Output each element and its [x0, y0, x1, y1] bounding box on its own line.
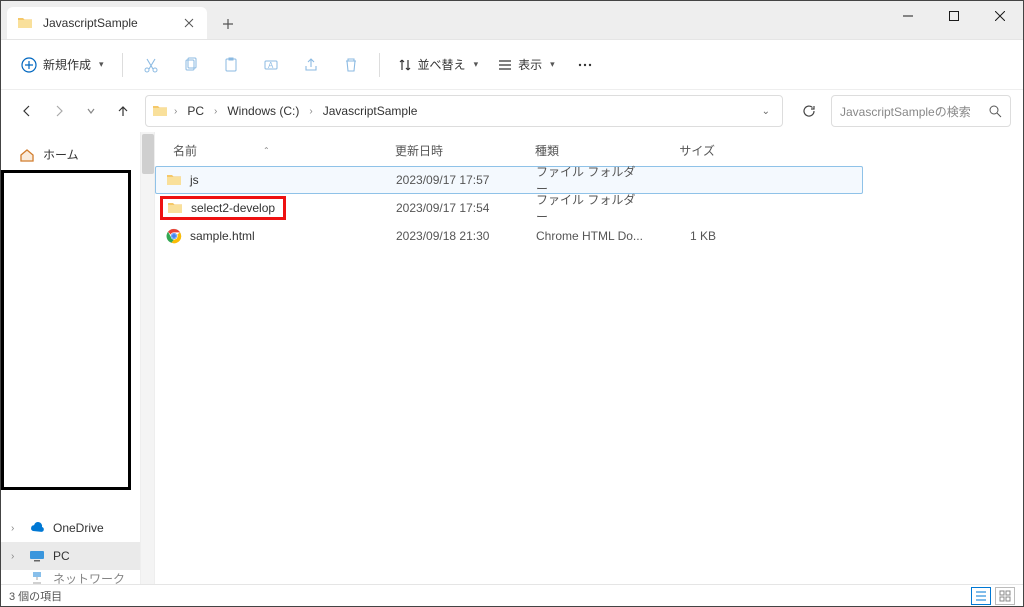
file-row[interactable]: select2-develop 2023/09/17 17:54 ファイル フォ… [155, 194, 863, 222]
status-item-count: 3 個の項目 [9, 588, 62, 604]
refresh-button[interactable] [795, 97, 823, 125]
nav-recent-button[interactable] [77, 97, 105, 125]
nav-back-button[interactable] [13, 97, 41, 125]
close-icon[interactable] [181, 15, 197, 31]
folder-icon [17, 15, 33, 31]
cut-button[interactable] [133, 49, 169, 81]
scrollbar-gutter[interactable] [141, 132, 155, 586]
tab-title: JavascriptSample [43, 16, 171, 30]
view-button[interactable]: 表示 ▾ [490, 49, 563, 81]
chevron-right-icon[interactable]: › [210, 106, 221, 117]
close-window-button[interactable] [977, 1, 1023, 31]
sort-button[interactable]: 並べ替え ▾ [390, 49, 487, 81]
details-view-button[interactable] [971, 587, 991, 605]
sidebar-item-home[interactable]: ホーム [9, 140, 140, 169]
sidebar: ホーム › OneDrive › PC ネットワーク [1, 132, 141, 586]
sort-label: 並べ替え [418, 56, 466, 73]
file-name: js [190, 173, 199, 187]
sort-indicator-icon: ⌃ [263, 146, 270, 155]
new-item-button[interactable]: 新規作成 ▾ [13, 49, 112, 81]
chevron-down-icon: ▾ [550, 59, 555, 70]
file-name: sample.html [190, 229, 255, 243]
status-bar: 3 個の項目 [1, 584, 1023, 606]
column-date[interactable]: 更新日時 [395, 142, 535, 159]
column-type[interactable]: 種類 [535, 142, 645, 159]
breadcrumb-pc[interactable]: PC [183, 104, 208, 118]
sidebar-item-onedrive[interactable]: › OneDrive [1, 514, 140, 542]
more-button[interactable] [567, 49, 603, 81]
sidebar-item-pc[interactable]: › PC [1, 542, 140, 570]
home-icon [19, 147, 35, 163]
search-input[interactable]: JavascriptSampleの検索 [831, 95, 1011, 127]
pc-icon [29, 548, 45, 564]
search-icon [989, 105, 1002, 118]
main-area: ホーム › OneDrive › PC ネットワーク [1, 132, 1023, 586]
toolbar: 新規作成 ▾ A 並べ替え ▾ 表示 ▾ [1, 40, 1023, 90]
annotation-highlight: select2-develop [160, 196, 286, 220]
sidebar-home-label: ホーム [43, 146, 79, 163]
file-date: 2023/09/17 17:54 [396, 201, 536, 215]
file-type: Chrome HTML Do... [536, 229, 646, 243]
search-placeholder: JavascriptSampleの検索 [840, 103, 971, 120]
column-size[interactable]: サイズ [645, 142, 715, 159]
chevron-down-icon: ▾ [99, 59, 104, 70]
chrome-icon [166, 228, 182, 244]
address-bar-row: › PC › Windows (C:) › JavascriptSample ⌄… [1, 90, 1023, 132]
file-date: 2023/09/17 17:57 [396, 173, 536, 187]
scrollbar-thumb[interactable] [142, 134, 154, 174]
tab-active[interactable]: JavascriptSample [7, 7, 207, 39]
minimize-button[interactable] [885, 1, 931, 31]
breadcrumb-folder[interactable]: JavascriptSample [319, 104, 422, 118]
titlebar: JavascriptSample [1, 1, 1023, 40]
new-tab-button[interactable] [213, 9, 243, 39]
new-item-label: 新規作成 [43, 56, 91, 73]
breadcrumb-drive[interactable]: Windows (C:) [223, 104, 303, 118]
sidebar-pc-label: PC [53, 549, 70, 563]
delete-button[interactable] [333, 49, 369, 81]
copy-button[interactable] [173, 49, 209, 81]
maximize-button[interactable] [931, 1, 977, 31]
icons-view-button[interactable] [995, 587, 1015, 605]
file-name: select2-develop [191, 201, 275, 215]
column-name[interactable]: 名前⌃ [155, 142, 395, 159]
sidebar-onedrive-label: OneDrive [53, 521, 104, 535]
breadcrumb[interactable]: › PC › Windows (C:) › JavascriptSample ⌄ [145, 95, 783, 127]
cloud-icon [29, 520, 45, 536]
file-row[interactable]: sample.html 2023/09/18 21:30 Chrome HTML… [155, 222, 863, 250]
chevron-right-icon[interactable]: › [170, 106, 181, 117]
folder-icon [167, 200, 183, 216]
file-date: 2023/09/18 21:30 [396, 229, 536, 243]
window-controls [885, 1, 1023, 31]
folder-icon [152, 103, 168, 119]
column-headers: 名前⌃ 更新日時 種類 サイズ [155, 138, 1023, 166]
rename-button[interactable]: A [253, 49, 289, 81]
chevron-right-icon[interactable]: › [11, 523, 21, 534]
chevron-down-icon[interactable]: ⌄ [762, 106, 770, 117]
svg-text:A: A [268, 61, 274, 70]
file-row[interactable]: js 2023/09/17 17:57 ファイル フォルダー [155, 166, 863, 194]
separator [379, 53, 380, 77]
separator [122, 53, 123, 77]
share-button[interactable] [293, 49, 329, 81]
chevron-right-icon[interactable]: › [11, 551, 21, 562]
file-type: ファイル フォルダー [536, 191, 646, 225]
paste-button[interactable] [213, 49, 249, 81]
chevron-right-icon[interactable]: › [305, 106, 316, 117]
folder-icon [166, 172, 182, 188]
content-area: 名前⌃ 更新日時 種類 サイズ js 2023/09/17 17:57 ファイル… [141, 132, 1023, 586]
chevron-down-icon: ▾ [474, 59, 479, 70]
file-size: 1 KB [646, 229, 716, 243]
view-label: 表示 [518, 56, 542, 73]
nav-forward-button[interactable] [45, 97, 73, 125]
file-list: 名前⌃ 更新日時 種類 サイズ js 2023/09/17 17:57 ファイル… [155, 132, 1023, 586]
view-mode-toggles [971, 587, 1015, 605]
nav-up-button[interactable] [109, 97, 137, 125]
redacted-area [1, 170, 131, 490]
